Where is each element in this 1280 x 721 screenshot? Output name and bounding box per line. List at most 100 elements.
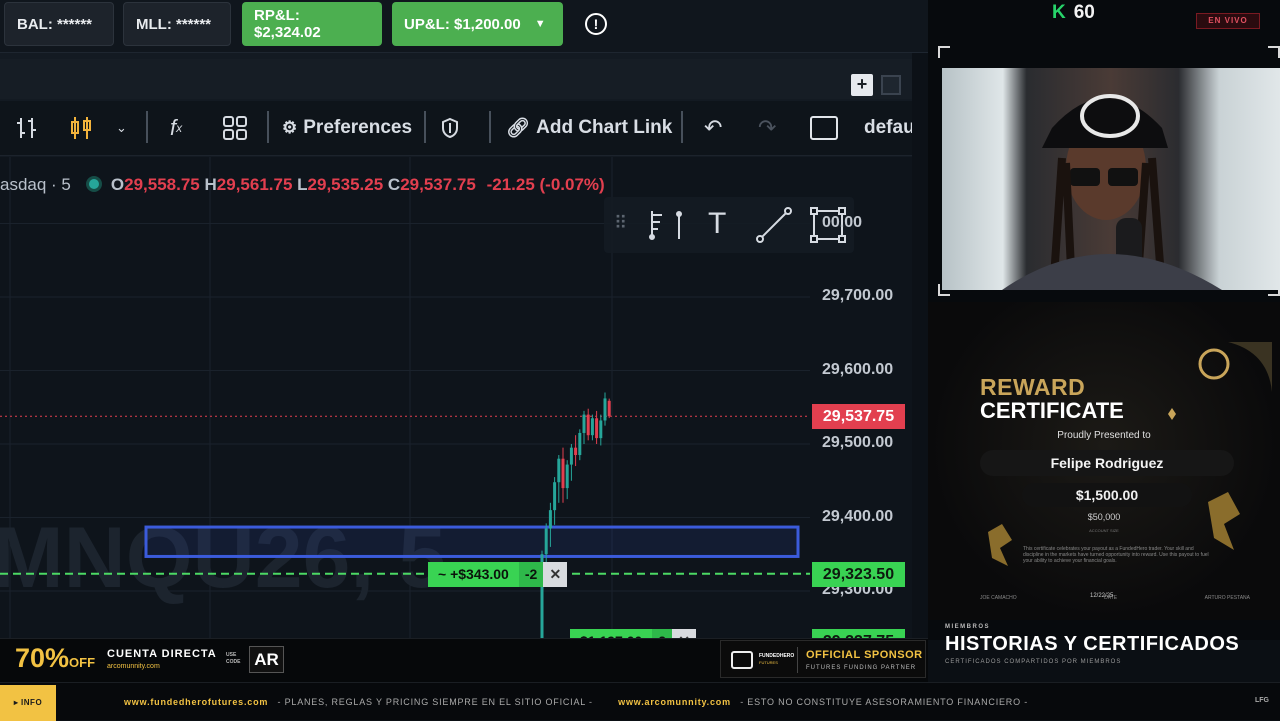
close-position-icon[interactable]: ✕ <box>543 561 568 587</box>
toolbar-divider <box>146 111 148 143</box>
signature-right: ARTURO PESTANA <box>1204 595 1250 601</box>
sponsor-logo-icon <box>731 651 753 669</box>
symbol-label: asdaq · 5 <box>0 175 71 194</box>
candle-body <box>590 418 594 436</box>
open-value: 29,558.75 <box>124 175 200 194</box>
ticker-text: www.fundedherofutures.com - PLANES, REGL… <box>124 697 1028 707</box>
drag-handle-icon[interactable]: ⠿ <box>614 213 627 234</box>
high-label: H <box>204 175 217 194</box>
ticker-end: LFG <box>1255 697 1269 704</box>
discount-badge: 70%OFF <box>15 643 95 674</box>
certificate-title: REWARD <box>980 374 1086 400</box>
alert-icon: ! <box>585 13 607 35</box>
members-subtitle: CERTIFICADOS COMPARTIDOS POR MIEMBROS <box>945 659 1122 665</box>
chart-type-chevron-icon[interactable]: ⌄ <box>116 113 127 143</box>
realized-pnl-pill[interactable]: RP&L: $2,324.02 <box>242 2 382 46</box>
mll-pill[interactable]: MLL: ****** <box>123 2 231 46</box>
unrealized-pnl-label: UP&L: $1,200.00 <box>404 15 521 33</box>
highlight-zone <box>144 525 800 558</box>
price-chart[interactable]: MNQU26, 5 asdaq · 5 O29,558.75 H29,561.75… <box>0 157 912 641</box>
position-qty: -2 <box>518 561 544 587</box>
y-tick-label: 29,700.00 <box>822 287 894 304</box>
preferences-button[interactable]: ⚙ Preferences <box>282 113 412 143</box>
members-caption: MIEMBROS HISTORIAS Y CERTIFICADOS CERTIF… <box>945 624 1239 665</box>
add-chart-link-button[interactable]: 🔗︎ Add Chart Link <box>506 113 672 143</box>
sponsor-title: OFFICIAL SPONSOR <box>806 649 923 661</box>
balance-pill[interactable]: BAL: ****** <box>4 2 114 46</box>
alert-button[interactable]: ! <box>578 9 614 39</box>
open-label: O <box>110 175 125 194</box>
candle-body <box>599 420 603 439</box>
last-price-tag: 29,537.75 <box>812 404 905 430</box>
candle-body <box>548 510 552 529</box>
templates-button[interactable] <box>222 113 248 143</box>
sponsor-tagline: FUTURES FUNDING PARTNER <box>806 665 917 671</box>
position-pnl: ~ +$343.00 <box>428 561 519 587</box>
ohlc-legend: asdaq · 5 O29,558.75 H29,561.75 L29,535.2… <box>0 175 605 195</box>
preferences-label: Preferences <box>303 117 413 138</box>
candle-body <box>565 464 569 489</box>
candle-body <box>607 400 611 417</box>
frame-corner <box>1268 46 1280 58</box>
members-title: HISTORIAS Y CERTIFICADOS <box>945 633 1240 655</box>
maximize-button[interactable] <box>881 75 901 95</box>
candle-body <box>553 482 557 511</box>
shield-button[interactable] <box>440 113 460 143</box>
fullscreen-button[interactable] <box>810 113 838 143</box>
bar-type-button[interactable] <box>14 113 40 143</box>
add-chart-link-label: Add Chart Link <box>536 117 673 138</box>
live-badge: EN VIVO <box>1196 13 1260 29</box>
candle-body <box>595 418 599 439</box>
window-bar: + <box>0 59 912 99</box>
candle-type-button[interactable] <box>68 113 94 143</box>
unrealized-pnl-dropdown[interactable]: UP&L: $1,200.00 ▼ <box>392 2 563 46</box>
info-button[interactable]: ▸ INFO <box>0 685 56 721</box>
payout-amount: $1,500.00 <box>1022 483 1192 507</box>
sponsor-divider <box>797 647 798 673</box>
ticker-message-1: - PLANES, REGLAS Y PRICING SIEMPRE EN EL… <box>277 697 593 707</box>
webcam-feed <box>942 68 1280 290</box>
frame-corner <box>938 46 950 58</box>
toolbar-divider <box>424 111 426 143</box>
recipient-name: Felipe Rodriguez <box>980 450 1234 476</box>
toolbar-divider <box>267 111 269 143</box>
add-panel-button[interactable]: + <box>851 74 873 96</box>
trendline-tool-icon[interactable] <box>756 207 792 243</box>
sponsor-brand: FUNDEDHERO <box>759 653 795 659</box>
text-tool-icon[interactable]: T <box>708 207 726 241</box>
chart-scroll-rail[interactable] <box>912 53 928 641</box>
sponsor-brand-sub: FUTURES <box>759 660 778 665</box>
change-value: -21.25 (-0.07%) <box>486 175 605 194</box>
sponsor-card: FUNDEDHERO FUTURES OFFICIAL SPONSOR FUTU… <box>720 640 926 678</box>
redo-icon[interactable]: ↷ <box>758 113 776 143</box>
viewer-count: K 60 <box>1052 2 1095 24</box>
status-dot-icon <box>88 179 99 189</box>
chart-toolbar: ⌄ fx ⚙ Preferences 🔗︎ Add Chart Link ↶ ↷… <box>0 101 915 156</box>
indicators-icon[interactable]: fx <box>170 113 182 143</box>
account-bar: BAL: ****** MLL: ****** RP&L: $2,324.02 … <box>0 0 928 52</box>
candle-body <box>578 432 582 456</box>
news-ticker: ▸ INFO www.fundedherofutures.com - PLANE… <box>0 682 1280 721</box>
fib-tool-icon[interactable] <box>646 209 686 241</box>
toolbar-divider <box>489 111 491 143</box>
use-code-label: USE CODE <box>226 652 241 665</box>
promo-url: arcomunnity.com <box>107 663 160 670</box>
candle-body <box>574 447 578 456</box>
account-size: $50,000 <box>1087 512 1121 522</box>
discount-off: OFF <box>69 655 96 670</box>
streamer-silhouette-icon <box>1002 94 1222 290</box>
chevron-down-icon: ▼ <box>534 18 546 30</box>
undo-icon[interactable]: ↶ <box>704 113 722 143</box>
candle-body <box>569 447 573 465</box>
y-tick-label: 29,500.00 <box>822 434 894 451</box>
members-kicker: MIEMBROS <box>945 624 990 630</box>
toolbar-divider <box>681 111 683 143</box>
discount-value: 70% <box>15 643 70 673</box>
close-label: C <box>387 175 401 194</box>
viewer-count-value: 60 <box>1073 2 1095 23</box>
candle-body <box>603 398 607 421</box>
ohlc-bars-icon <box>17 118 36 138</box>
square-icon <box>810 116 838 140</box>
layout-name[interactable]: defau <box>864 113 915 143</box>
position-pnl-badge[interactable]: ~ +$343.00 -2 ✕ <box>428 561 568 587</box>
